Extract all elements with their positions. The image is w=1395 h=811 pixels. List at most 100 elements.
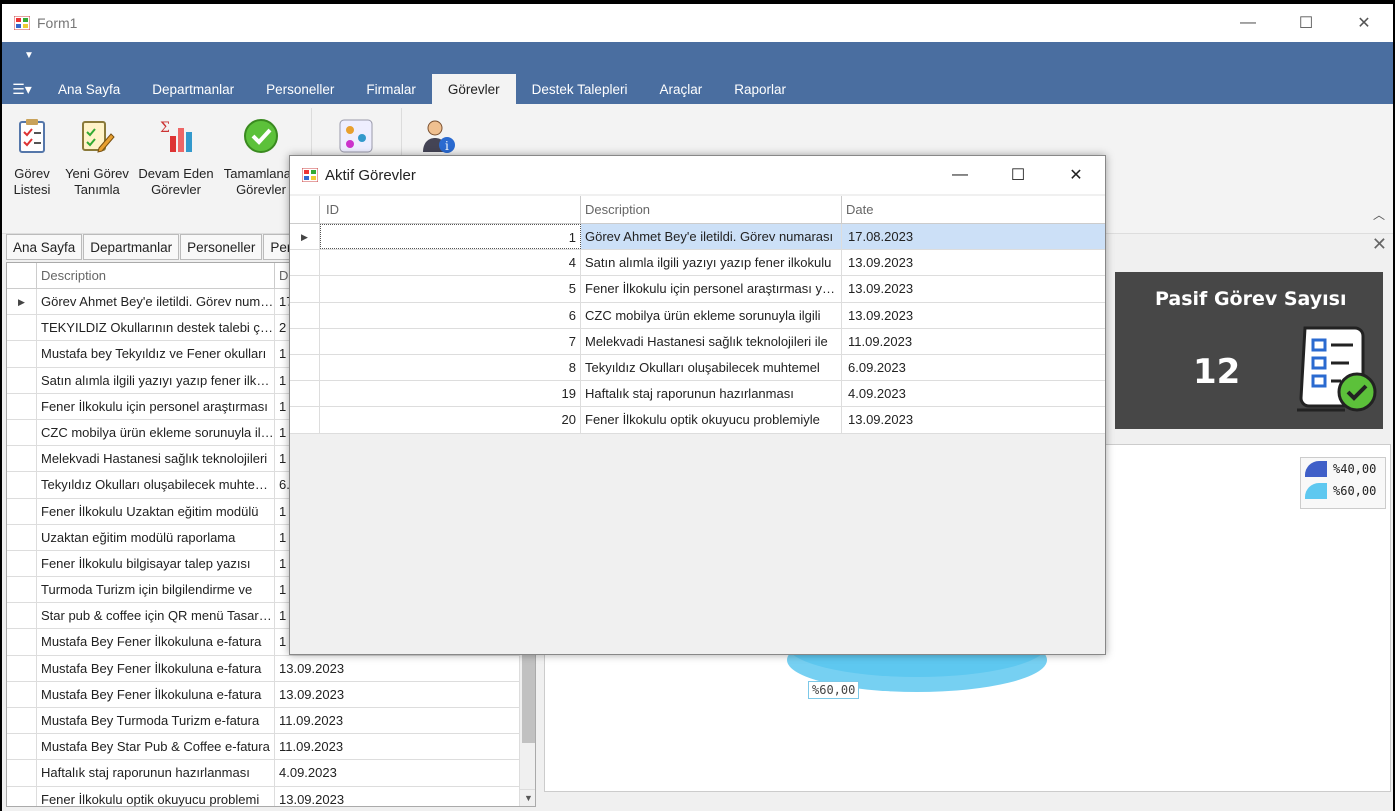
description-cell[interactable]: Fener İlkokulu optik okuyucu problemi bbox=[37, 786, 275, 806]
row-header[interactable] bbox=[7, 760, 37, 786]
row-header[interactable] bbox=[7, 524, 37, 550]
table-row[interactable]: Haftalık staj raporunun hazırlanması 4.09… bbox=[7, 760, 535, 787]
row-header[interactable] bbox=[290, 354, 320, 381]
maximize-button[interactable]: ☐ bbox=[1277, 4, 1335, 42]
description-cell[interactable]: Melekvadi Hastanesi sağlık teknolojileri bbox=[37, 446, 275, 472]
description-cell[interactable]: Satın alımla ilgili yazıyı yazıp fener i… bbox=[581, 250, 842, 276]
column-header-description[interactable]: Description bbox=[37, 263, 275, 288]
date-cell[interactable]: 13.09.2023 bbox=[842, 276, 1105, 301]
id-cell[interactable]: 20 bbox=[320, 407, 581, 433]
id-cell[interactable]: 4 bbox=[320, 250, 581, 276]
tab-departmanlar[interactable]: Departmanlar bbox=[136, 74, 250, 104]
table-row[interactable]: ▶ 1 Görev Ahmet Bey'e iletildi. Görev numa… bbox=[290, 224, 1105, 251]
id-cell[interactable]: 19 bbox=[320, 381, 581, 407]
quick-access-dropdown-icon[interactable]: ▼ bbox=[24, 50, 34, 61]
row-header[interactable] bbox=[7, 708, 37, 734]
description-cell[interactable]: Fener İlkokulu bilgisayar talep yazısı bbox=[37, 550, 275, 577]
table-row[interactable]: 5 Fener İlkokulu için personel araştırmas… bbox=[290, 276, 1105, 303]
scroll-down-icon[interactable]: ▼ bbox=[520, 789, 535, 806]
id-cell[interactable]: 6 bbox=[320, 302, 581, 328]
gorev-listesi-button[interactable]: Görev Listesi bbox=[8, 118, 56, 198]
description-cell[interactable]: Haftalık staj raporunun hazırlanması bbox=[581, 381, 842, 407]
table-row[interactable]: 4 Satın alımla ilgili yazıyı yazıp fener … bbox=[290, 250, 1105, 277]
date-cell[interactable]: 6.09.2023 bbox=[842, 355, 1105, 380]
table-row[interactable]: 6 CZC mobilya ürün ekleme sorunuyla ilgil… bbox=[290, 302, 1105, 329]
minimize-button[interactable]: — bbox=[1219, 4, 1277, 42]
table-row[interactable]: 20 Fener İlkokulu optik okuyucu problemiy… bbox=[290, 407, 1105, 434]
tab-raporlar[interactable]: Raporlar bbox=[718, 74, 802, 104]
date-cell[interactable]: 4.09.2023 bbox=[275, 760, 535, 785]
id-cell[interactable]: 5 bbox=[320, 276, 581, 302]
table-row[interactable]: Mustafa Bey Turmoda Turizm e-fatura 11.09… bbox=[7, 708, 535, 735]
row-header[interactable] bbox=[7, 577, 37, 603]
doc-tab-departmanlar[interactable]: Departmanlar bbox=[83, 234, 180, 260]
table-row[interactable]: Mustafa Bey Fener İlkokuluna e-fatura 13.… bbox=[7, 655, 535, 682]
doc-tab-ana-sayfa[interactable]: Ana Sayfa bbox=[6, 234, 83, 260]
row-header[interactable] bbox=[7, 734, 37, 760]
description-cell[interactable]: Fener İlkokulu optik okuyucu problemiyle bbox=[581, 407, 842, 433]
description-cell[interactable]: CZC mobilya ürün ekleme sorunuyla ilgili bbox=[37, 419, 275, 446]
close-panel-icon[interactable]: ✕ bbox=[1372, 234, 1387, 255]
table-row[interactable]: Mustafa Bey Fener İlkokuluna e-fatura 13.… bbox=[7, 681, 535, 708]
description-cell[interactable]: Fener İlkokulu için personel araştırması… bbox=[581, 276, 842, 302]
row-header[interactable] bbox=[7, 786, 37, 806]
date-cell[interactable]: 13.09.2023 bbox=[842, 250, 1105, 275]
close-button[interactable]: ✕ bbox=[1335, 4, 1393, 42]
tab-firmalar[interactable]: Firmalar bbox=[350, 74, 432, 104]
table-row[interactable]: 19 Haftalık staj raporunun hazırlanması 4.… bbox=[290, 381, 1105, 408]
dialog-close-button[interactable]: ✕ bbox=[1047, 156, 1105, 194]
table-row[interactable]: Mustafa Bey Star Pub & Coffee e-fatura 11… bbox=[7, 734, 535, 761]
table-row[interactable]: 8 Tekyıldız Okulları oluşabilecek muhteme… bbox=[290, 354, 1105, 382]
row-header[interactable] bbox=[7, 446, 37, 472]
row-header[interactable] bbox=[7, 472, 37, 498]
description-cell[interactable]: Uzaktan eğitim modülü raporlama bbox=[37, 524, 275, 550]
tab-araclar[interactable]: Araçlar bbox=[643, 74, 718, 104]
id-cell[interactable]: 7 bbox=[320, 328, 581, 354]
description-cell[interactable]: Mustafa Bey Star Pub & Coffee e-fatura bbox=[37, 734, 275, 760]
row-header[interactable] bbox=[7, 498, 37, 524]
row-header[interactable] bbox=[7, 629, 37, 655]
table-row[interactable]: 7 Melekvadi Hastanesi sağlık teknolojiler… bbox=[290, 328, 1105, 355]
row-header[interactable]: ▶ bbox=[290, 224, 320, 250]
row-header[interactable] bbox=[7, 655, 37, 681]
table-row[interactable]: Fener İlkokulu optik okuyucu problemi 13.… bbox=[7, 786, 535, 806]
date-cell[interactable]: 13.09.2023 bbox=[275, 787, 535, 806]
row-header[interactable] bbox=[7, 367, 37, 393]
tab-ana-sayfa[interactable]: Ana Sayfa bbox=[42, 74, 136, 104]
column-header-id[interactable]: ID bbox=[320, 196, 581, 223]
row-header[interactable] bbox=[7, 393, 37, 419]
date-cell[interactable]: 11.09.2023 bbox=[842, 329, 1105, 354]
date-cell[interactable]: 13.09.2023 bbox=[275, 656, 535, 681]
date-cell[interactable]: 13.09.2023 bbox=[842, 407, 1105, 432]
date-cell[interactable]: 13.09.2023 bbox=[275, 682, 535, 707]
date-cell[interactable]: 17.08.2023 bbox=[842, 224, 1105, 250]
description-cell[interactable]: Turmoda Turizm için bilgilendirme ve bbox=[37, 577, 275, 603]
description-cell[interactable]: Tekyıldız Okulları oluşabilecek muhtemel bbox=[37, 472, 275, 498]
row-header[interactable] bbox=[290, 407, 320, 433]
row-header[interactable] bbox=[7, 681, 37, 707]
dialog-minimize-button[interactable]: — bbox=[931, 156, 989, 194]
description-cell[interactable]: Satın alımla ilgili yazıyı yazıp fener i… bbox=[37, 367, 275, 393]
description-cell[interactable]: CZC mobilya ürün ekleme sorunuyla ilgili bbox=[581, 302, 842, 328]
description-cell[interactable]: Haftalık staj raporunun hazırlanması bbox=[37, 760, 275, 786]
row-header[interactable] bbox=[290, 328, 320, 354]
row-header[interactable] bbox=[290, 302, 320, 328]
description-cell[interactable]: Mustafa Bey Fener İlkokuluna e-fatura bbox=[37, 629, 275, 655]
row-header[interactable] bbox=[7, 315, 37, 341]
tab-gorevler[interactable]: Görevler bbox=[431, 74, 516, 104]
yeni-gorev-tanimla-button[interactable]: Yeni Görev Tanımla bbox=[62, 118, 132, 198]
row-header[interactable] bbox=[7, 341, 37, 367]
row-header[interactable] bbox=[290, 276, 320, 302]
description-cell[interactable]: Fener İlkokulu için personel araştırması bbox=[37, 393, 275, 419]
date-cell[interactable]: 11.09.2023 bbox=[275, 734, 535, 759]
date-cell[interactable]: 4.09.2023 bbox=[842, 381, 1105, 406]
id-cell[interactable]: 8 bbox=[320, 354, 581, 381]
id-cell[interactable]: 1 bbox=[320, 224, 581, 250]
row-header[interactable] bbox=[290, 250, 320, 276]
date-cell[interactable]: 11.09.2023 bbox=[275, 708, 535, 733]
description-cell[interactable]: Görev Ahmet Bey'e iletildi. Görev numara… bbox=[581, 224, 842, 250]
dialog-maximize-button[interactable]: ☐ bbox=[989, 156, 1047, 194]
tab-destek-talepleri[interactable]: Destek Talepleri bbox=[516, 74, 644, 104]
description-cell[interactable]: Tekyıldız Okulları oluşabilecek muhtemel bbox=[581, 354, 842, 381]
row-header[interactable]: ▶ bbox=[7, 289, 37, 315]
